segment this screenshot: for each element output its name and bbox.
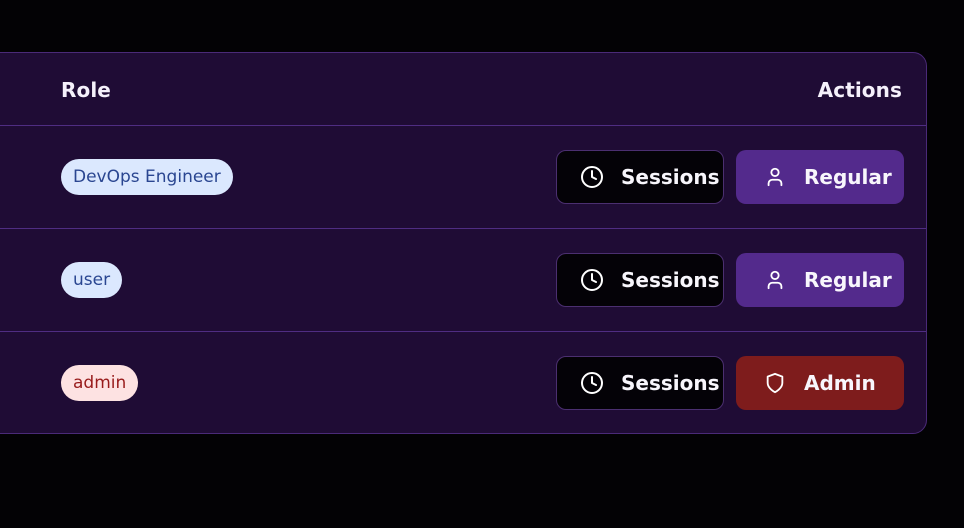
role-level-label: Regular [804,165,892,189]
sessions-button-label: Sessions [621,268,720,292]
table-row: user Sessions Regular [0,229,926,332]
sessions-button[interactable]: Sessions [556,253,724,307]
users-table: Role Actions DevOps Engineer Sessions Re… [0,52,927,434]
role-level-label: Admin [804,371,876,395]
table-row: DevOps Engineer Sessions Regular [0,126,926,229]
table-header: Role Actions [0,53,926,126]
clock-icon [579,267,605,293]
sessions-button-label: Sessions [621,165,720,189]
role-badge: user [61,262,123,298]
user-icon [764,267,786,293]
role-level-button[interactable]: Admin [736,356,904,410]
sessions-button-label: Sessions [621,371,720,395]
clock-icon [579,370,605,396]
role-badge: admin [61,365,139,401]
role-level-button[interactable]: Regular [736,253,904,307]
column-header-actions: Actions [817,78,902,102]
sessions-button[interactable]: Sessions [556,356,724,410]
column-header-role: Role [61,78,111,102]
user-icon [764,164,786,190]
role-level-label: Regular [804,268,892,292]
role-badge: DevOps Engineer [61,159,233,195]
shield-icon [764,370,786,396]
sessions-button[interactable]: Sessions [556,150,724,204]
role-level-button[interactable]: Regular [736,150,904,204]
table-row: admin Sessions Admin [0,332,926,433]
clock-icon [579,164,605,190]
